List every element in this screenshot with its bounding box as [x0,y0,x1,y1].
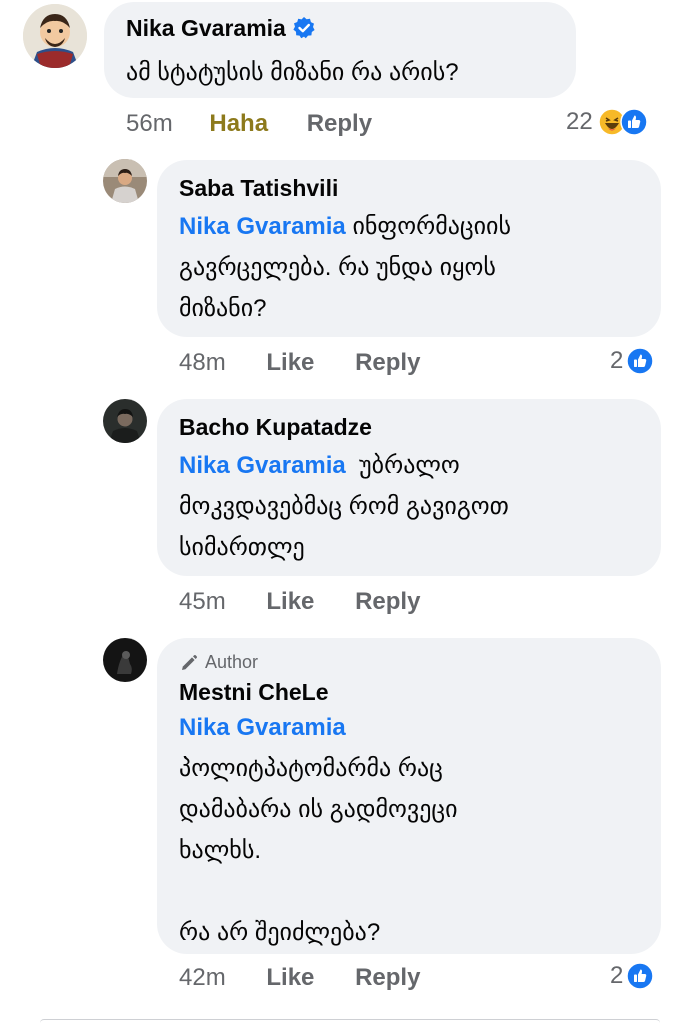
comment-time[interactable]: 42m [179,964,226,991]
avatar-bacho-kupatadze[interactable] [103,399,147,443]
text-line: ინფორმაციის [352,213,512,240]
reaction-summary[interactable]: 2 [610,347,655,375]
reply-button[interactable]: Reply [307,110,372,137]
reaction-count: 2 [610,962,624,989]
comment-actions: 48m Like Reply [179,349,420,377]
comment-author-name[interactable]: Mestni CheLe [179,679,329,706]
reaction-count: 2 [610,347,624,374]
avatar-saba-tatishvili[interactable] [103,159,147,203]
comment-actions: 56m Haha Reply [126,110,372,138]
comment-author-name[interactable]: Nika Gvaramia [126,15,316,42]
text-line: პოლიტპატომარმა რაც [179,755,443,782]
like-button[interactable]: Like [266,588,314,615]
comment-author-name[interactable]: Bacho Kupatadze [179,414,372,441]
comment-time[interactable]: 56m [126,110,173,137]
reply-button[interactable]: Reply [355,588,420,615]
comment-author-name[interactable]: Saba Tatishvili [179,175,338,202]
next-comment-edge [40,1019,660,1026]
text-line: უბრალო [359,452,460,479]
reply-button[interactable]: Reply [355,349,420,376]
text-line: რა არ შეიძლება? [179,919,381,946]
text-line: მიზანი? [179,295,267,322]
like-button[interactable]: Like [266,964,314,991]
comment-time[interactable]: 48m [179,349,226,376]
comment-actions: 42m Like Reply [179,964,420,992]
reply-button[interactable]: Reply [355,964,420,991]
avatar-nika-gvaramia[interactable] [23,4,87,68]
mention-link[interactable]: Nika Gvaramia [179,452,346,479]
like-icon [626,347,655,375]
author-name-text[interactable]: Nika Gvaramia [126,15,286,41]
text-line: სიმართლე [179,534,305,561]
comment-text: ამ სტატუსის მიზანი რა არის? [126,59,459,86]
comment-text: Nika Gvaramia პოლიტპატომარმა რაც დამაბარ… [179,707,639,953]
mention-link[interactable]: Nika Gvaramia [179,714,346,741]
author-badge: Author [179,652,258,673]
avatar-mestni-chele[interactable] [103,638,147,682]
comment-actions: 45m Like Reply [179,588,420,616]
text-line: ხალხს. [179,837,262,864]
verified-badge-icon [293,17,315,39]
author-badge-label: Author [205,652,259,672]
like-icon [619,108,648,136]
comment-time[interactable]: 45m [179,588,226,615]
text-line: დამაბარა ის გადმოვეცი [179,796,458,823]
mention-link[interactable]: Nika Gvaramia [179,213,346,240]
like-icon [626,962,655,990]
text-line: მოკვდავებმაც რომ გავიგოთ [179,493,509,520]
comment-text: Nika Gvaramia უბრალო მოკვდავებმაც რომ გა… [179,445,639,568]
text-line: გავრცელება. რა უნდა იყოს [179,254,496,281]
reaction-summary[interactable]: 2 [610,962,655,990]
haha-reaction-button[interactable]: Haha [209,110,268,137]
pencil-icon [182,654,198,670]
comment-text: Nika Gvaramia ინფორმაციის გავრცელება. რა… [179,206,639,329]
reaction-summary[interactable]: 22 [566,108,648,136]
reaction-count: 22 [566,108,593,135]
text-line [179,878,186,905]
like-button[interactable]: Like [266,349,314,376]
